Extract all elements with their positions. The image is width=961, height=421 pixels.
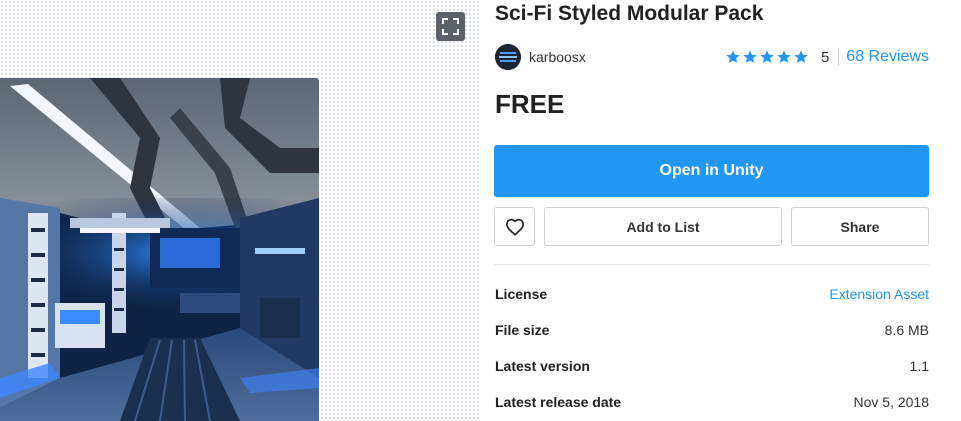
heart-icon <box>505 218 524 236</box>
add-to-list-button[interactable]: Add to List <box>544 207 782 246</box>
rating-summary: 5 68 Reviews <box>725 46 929 68</box>
open-in-unity-button[interactable]: Open in Unity <box>494 145 929 197</box>
media-viewer <box>0 0 480 421</box>
asset-details: License Extension Asset File size 8.6 MB… <box>495 276 929 420</box>
favorite-button[interactable] <box>494 207 535 246</box>
star-icon <box>726 50 740 63</box>
star-icon <box>794 50 808 63</box>
reviews-link[interactable]: 68 Reviews <box>846 48 929 66</box>
rating-divider <box>838 48 840 66</box>
rating-value: 5 <box>820 48 830 66</box>
publisher-row: karboosx 5 68 Reviews <box>495 43 929 71</box>
fullscreen-button[interactable] <box>436 12 465 41</box>
share-button[interactable]: Share <box>791 207 929 246</box>
detail-value: Nov 5, 2018 <box>853 394 930 410</box>
product-title: Sci-Fi Styled Modular Pack <box>495 2 764 25</box>
preview-image[interactable] <box>0 78 319 421</box>
detail-row-license: License Extension Asset <box>495 276 929 312</box>
star-rating <box>725 49 809 65</box>
detail-value: 8.6 MB <box>884 322 929 338</box>
detail-row-file-size: File size 8.6 MB <box>495 312 929 348</box>
detail-row-latest-version: Latest version 1.1 <box>495 348 929 384</box>
star-icon <box>743 50 757 63</box>
fullscreen-icon <box>442 18 459 35</box>
price: FREE <box>495 89 565 119</box>
detail-row-release-date: Latest release date Nov 5, 2018 <box>495 384 929 420</box>
star-icon <box>777 50 791 63</box>
section-divider <box>494 264 929 265</box>
detail-label: File size <box>495 322 550 338</box>
publisher-logo-icon <box>495 44 521 70</box>
detail-label: License <box>495 286 548 302</box>
detail-value: 1.1 <box>909 358 929 374</box>
publisher-avatar[interactable] <box>495 44 521 70</box>
publisher-link[interactable]: karboosx <box>529 49 586 65</box>
license-link[interactable]: Extension Asset <box>829 286 929 302</box>
detail-label: Latest version <box>495 358 590 374</box>
star-icon <box>760 50 774 63</box>
detail-label: Latest release date <box>495 394 622 410</box>
